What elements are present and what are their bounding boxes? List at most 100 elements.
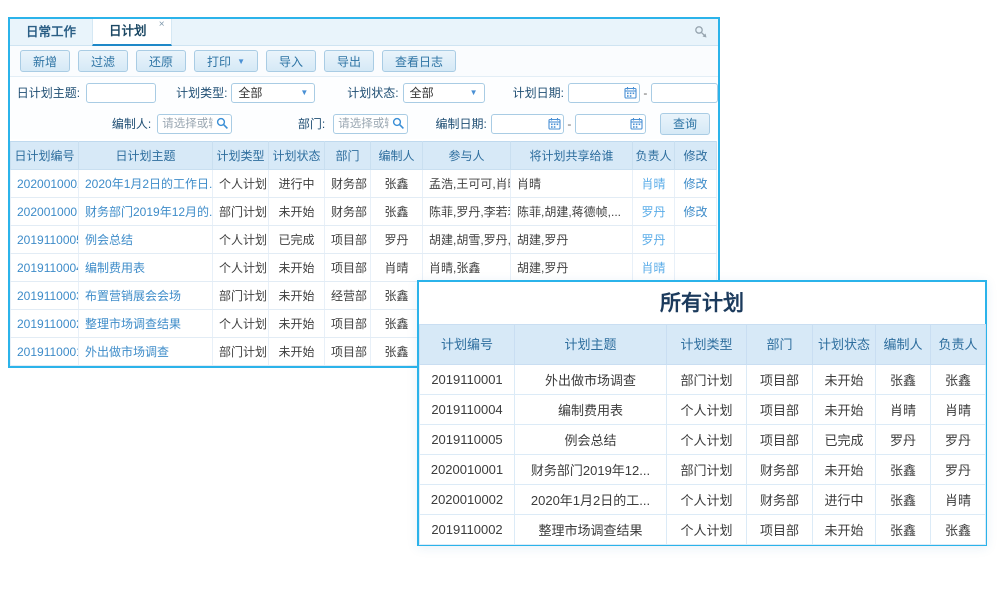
plan-date-to-input[interactable]	[651, 83, 718, 103]
status-label: 计划状态:	[347, 84, 398, 101]
all-plans-row: 2019110001外出做市场调查部门计划项目部未开始张鑫张鑫	[420, 365, 986, 395]
all-plans-cell-type: 个人计划	[667, 485, 747, 515]
all-plans-cell-status: 未开始	[813, 395, 876, 425]
import-button[interactable]: 导入	[266, 50, 316, 72]
search-icon[interactable]	[216, 117, 229, 130]
all-plans-cell-owner: 肖晴	[931, 485, 986, 515]
search-scheme-icon[interactable]	[694, 25, 708, 39]
all-plans-col-subject: 计划主题	[515, 325, 667, 365]
all-plans-cell-subject: 整理市场调查结果	[515, 515, 667, 545]
all-plans-cell-author: 张鑫	[876, 485, 931, 515]
daily-plan-cell-id[interactable]: 2019110001	[11, 338, 79, 366]
daily-plan-header-row: 日计划编号日计划主题计划类型计划状态部门编制人参与人将计划共享给谁负责人修改	[11, 142, 717, 170]
toolbar: 新增 过滤 还原 打印 ▼ 导入 导出 查看日志	[10, 46, 718, 77]
restore-button[interactable]: 还原	[136, 50, 186, 72]
all-plans-header-row: 计划编号计划主题计划类型部门计划状态编制人负责人	[420, 325, 986, 365]
daily-plan-col-author[interactable]: 编制人	[371, 142, 423, 170]
daily-plan-cell-status: 未开始	[269, 198, 325, 226]
close-tab-icon[interactable]: ×	[159, 20, 165, 30]
all-plans-cell-id: 2019110004	[420, 395, 515, 425]
subject-label: 日计划主题:	[14, 84, 80, 101]
daily-plan-col-id[interactable]: 日计划编号	[11, 142, 79, 170]
filter-button[interactable]: 过滤	[78, 50, 128, 72]
daily-plan-cell-subject[interactable]: 整理市场调查结果	[79, 310, 213, 338]
all-plans-cell-dept: 项目部	[747, 425, 813, 455]
print-button[interactable]: 打印 ▼	[194, 50, 258, 72]
all-plans-cell-author: 罗丹	[876, 425, 931, 455]
daily-plan-col-owner[interactable]: 负责人	[633, 142, 675, 170]
calendar-icon[interactable]	[630, 117, 643, 130]
daily-plan-cell-subject[interactable]: 布置营销展会会场	[79, 282, 213, 310]
daily-plan-cell-dept: 财务部	[325, 198, 371, 226]
daily-plan-row[interactable]: 2019110005例会总结个人计划已完成项目部罗丹胡建,胡雪,罗丹,任晓...…	[11, 226, 717, 254]
daily-plan-cell-edit[interactable]: 修改	[675, 198, 717, 226]
calendar-icon[interactable]	[624, 86, 637, 99]
all-plans-cell-owner: 张鑫	[931, 365, 986, 395]
view-log-button[interactable]: 查看日志	[382, 50, 456, 72]
tab-daily-plan[interactable]: 日计划 ×	[92, 19, 172, 46]
daily-plan-cell-subject[interactable]: 财务部门2019年12月的...	[79, 198, 213, 226]
daily-plan-cell-id[interactable]: 2019110004	[11, 254, 79, 282]
daily-plan-cell-id[interactable]: 2019110003	[11, 282, 79, 310]
daily-plan-cell-id[interactable]: 2020010002	[11, 170, 79, 198]
tab-daily-work[interactable]: 日常工作	[10, 19, 92, 45]
date-range-separator: -	[564, 117, 576, 131]
export-button[interactable]: 导出	[324, 50, 374, 72]
daily-plan-cell-subject[interactable]: 外出做市场调查	[79, 338, 213, 366]
daily-plan-cell-id[interactable]: 2019110002	[11, 310, 79, 338]
daily-plan-row[interactable]: 2020010001财务部门2019年12月的...部门计划未开始财务部张鑫 陈菲…	[11, 198, 717, 226]
daily-plan-cell-id[interactable]: 2019110005	[11, 226, 79, 254]
daily-plan-cell-author: 张鑫	[371, 198, 423, 226]
query-button[interactable]: 查询	[660, 113, 710, 135]
all-plans-cell-owner: 肖晴	[931, 395, 986, 425]
subject-input[interactable]	[86, 83, 156, 103]
daily-plan-cell-subject[interactable]: 例会总结	[79, 226, 213, 254]
calendar-icon[interactable]	[548, 117, 561, 130]
daily-plan-col-subject[interactable]: 日计划主题	[79, 142, 213, 170]
all-plans-col-type: 计划类型	[667, 325, 747, 365]
daily-plan-cell-dept: 项目部	[325, 338, 371, 366]
add-button[interactable]: 新增	[20, 50, 70, 72]
all-plans-col-id: 计划编号	[420, 325, 515, 365]
daily-plan-cell-owner[interactable]: 罗丹	[633, 226, 675, 254]
all-plans-row: 20200100022020年1月2日的工...个人计划财务部进行中张鑫肖晴	[420, 485, 986, 515]
daily-plan-row[interactable]: 20200100022020年1月2日的工作日...个人计划进行中财务部张鑫孟浩…	[11, 170, 717, 198]
daily-plan-col-dept[interactable]: 部门	[325, 142, 371, 170]
daily-plan-cell-owner[interactable]: 肖晴	[633, 254, 675, 282]
status-select[interactable]: 全部 ▼	[403, 83, 485, 103]
all-plans-cell-id: 2019110002	[420, 515, 515, 545]
date-range-separator: -	[640, 86, 651, 100]
daily-plan-cell-owner[interactable]: 肖晴	[633, 170, 675, 198]
daily-plan-col-shared_with[interactable]: 将计划共享给谁	[511, 142, 633, 170]
all-plans-cell-subject: 编制费用表	[515, 395, 667, 425]
tab-daily-plan-label: 日计划	[109, 24, 147, 38]
daily-plan-cell-type: 个人计划	[213, 226, 269, 254]
daily-plan-cell-status: 未开始	[269, 310, 325, 338]
daily-plan-cell-subject[interactable]: 2020年1月2日的工作日...	[79, 170, 213, 198]
daily-plan-col-status[interactable]: 计划状态	[269, 142, 325, 170]
all-plans-panel: 所有计划 计划编号计划主题计划类型部门计划状态编制人负责人2019110001外…	[417, 280, 987, 546]
type-select[interactable]: 全部 ▼	[231, 83, 315, 103]
filter-panel: 日计划主题: 计划类型: 全部 ▼ 计划状态: 全部 ▼ 计划日期:	[10, 77, 718, 139]
daily-plan-cell-edit	[675, 226, 717, 254]
daily-plan-cell-owner[interactable]: 罗丹	[633, 198, 675, 226]
daily-plan-cell-subject[interactable]: 编制费用表	[79, 254, 213, 282]
daily-plan-col-participants[interactable]: 参与人	[423, 142, 511, 170]
daily-plan-cell-edit[interactable]: 修改	[675, 170, 717, 198]
daily-plan-cell-shared_with: 胡建,罗丹	[511, 226, 633, 254]
daily-plan-col-edit[interactable]: 修改	[675, 142, 717, 170]
search-icon[interactable]	[392, 117, 405, 130]
type-label: 计划类型:	[176, 84, 227, 101]
tab-daily-work-label: 日常工作	[26, 25, 76, 39]
all-plans-cell-author: 肖晴	[876, 395, 931, 425]
all-plans-cell-type: 个人计划	[667, 395, 747, 425]
daily-plan-col-type[interactable]: 计划类型	[213, 142, 269, 170]
daily-plan-cell-dept: 财务部	[325, 170, 371, 198]
daily-plan-cell-dept: 项目部	[325, 310, 371, 338]
daily-plan-cell-shared_with: 陈菲,胡建,蒋德帧,...	[511, 198, 633, 226]
all-plans-cell-type: 部门计划	[667, 455, 747, 485]
daily-plan-cell-status: 未开始	[269, 282, 325, 310]
daily-plan-cell-type: 部门计划	[213, 198, 269, 226]
daily-plan-cell-id[interactable]: 2020010001	[11, 198, 79, 226]
daily-plan-row[interactable]: 2019110004编制费用表个人计划未开始项目部肖晴肖晴,张鑫胡建,罗丹肖晴	[11, 254, 717, 282]
